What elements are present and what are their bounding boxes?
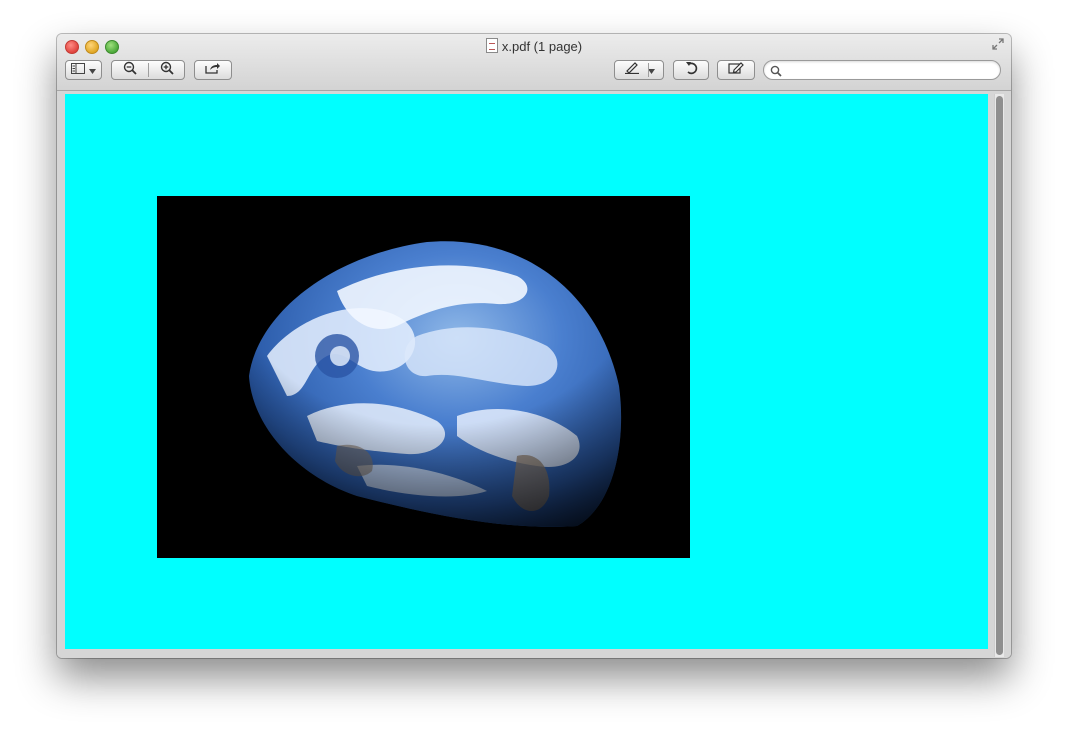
chevron-down-icon [89, 61, 96, 79]
sidebar-icon [71, 61, 85, 79]
fullscreen-icon[interactable] [991, 38, 1005, 52]
vertical-scrollbar[interactable] [994, 94, 1004, 657]
rotate-button[interactable] [673, 60, 709, 80]
zoom-out-button[interactable] [112, 61, 148, 79]
zoom-out-icon [123, 61, 137, 80]
search-icon [770, 64, 782, 82]
view-menu-button[interactable] [65, 60, 102, 80]
pdf-page [65, 94, 988, 649]
window-title: x.pdf (1 page) [501, 39, 583, 54]
segment-divider [648, 63, 649, 77]
highlight-pen-icon [624, 61, 640, 79]
rotate-icon [685, 61, 698, 80]
scrollbar-thumb[interactable] [996, 96, 1003, 655]
share-icon [205, 61, 221, 79]
document-viewport[interactable] [57, 91, 1011, 658]
window-title-area: x.pdf (1 page) [57, 38, 1011, 54]
title-bar: x.pdf (1 page) [57, 34, 1011, 91]
highlight-button[interactable] [614, 60, 664, 80]
zoom-in-icon [160, 61, 174, 80]
preview-window: x.pdf (1 page) [57, 34, 1011, 658]
edit-toolbar-button[interactable] [717, 60, 755, 80]
zoom-control [111, 60, 185, 80]
edit-pencil-icon [728, 61, 744, 79]
earth-photo [157, 196, 690, 558]
search-field[interactable] [763, 60, 1001, 80]
share-button[interactable] [194, 60, 232, 80]
search-input[interactable] [786, 62, 990, 80]
zoom-in-button[interactable] [149, 61, 185, 79]
pdf-document-icon [485, 38, 498, 53]
